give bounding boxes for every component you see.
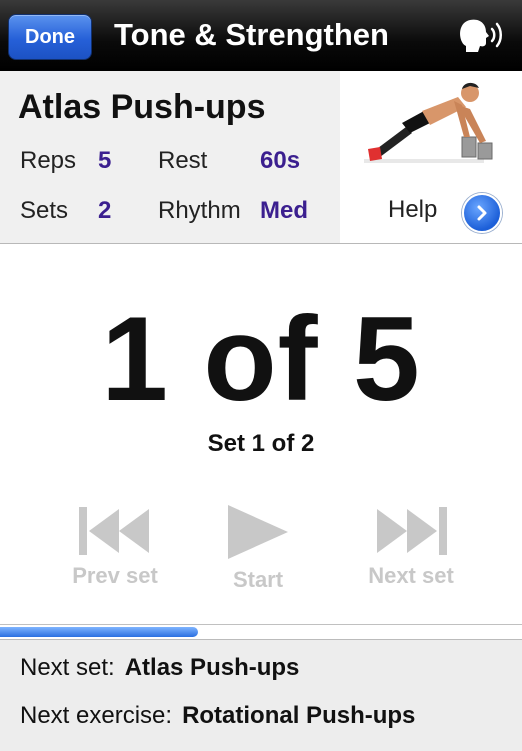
reps-label: Reps <box>20 147 77 174</box>
start-label: Start <box>232 567 284 592</box>
help-button[interactable] <box>462 193 502 233</box>
next-set-exercise: Atlas Push-ups <box>124 654 300 681</box>
reps-value: 5 <box>98 147 112 174</box>
chevron-right-icon <box>477 205 487 221</box>
exercise-illustration[interactable] <box>340 71 522 181</box>
next-exercise-row: Next exercise: Rotational Push-ups <box>20 702 415 730</box>
sets-value: 2 <box>98 197 112 224</box>
rest-label: Rest <box>158 147 208 174</box>
next-exercise-name: Rotational Push-ups <box>182 702 416 729</box>
set-progress-text: Set 1 of 2 <box>207 430 315 457</box>
speaking-head-icon[interactable] <box>456 14 508 56</box>
prev-set-label: Prev set <box>72 563 158 588</box>
rhythm-label: Rhythm <box>158 197 241 224</box>
page-title: Tone & Strengthen <box>114 17 389 52</box>
start-button[interactable]: Start <box>210 503 306 593</box>
progress-fill <box>0 627 199 637</box>
rep-counter: 1 of 5 <box>101 292 421 426</box>
next-set-button[interactable]: Next set <box>354 505 468 589</box>
next-set-row: Next set: Atlas Push-ups <box>20 654 299 682</box>
next-set-caption: Next set: <box>20 654 115 681</box>
skip-forward-icon <box>377 507 447 555</box>
skip-back-icon <box>79 507 149 555</box>
next-set-label: Next set <box>368 563 454 588</box>
exercise-name: Atlas Push-ups <box>18 88 266 126</box>
help-label[interactable]: Help <box>388 196 437 224</box>
done-button[interactable]: Done <box>8 14 92 60</box>
rest-value: 60s <box>260 147 301 174</box>
workout-progress-bar <box>0 624 522 639</box>
next-exercise-caption: Next exercise: <box>20 702 173 729</box>
rhythm-value: Med <box>260 197 308 224</box>
play-icon <box>228 505 288 559</box>
prev-set-button[interactable]: Prev set <box>58 505 172 589</box>
sets-label: Sets <box>20 197 69 224</box>
